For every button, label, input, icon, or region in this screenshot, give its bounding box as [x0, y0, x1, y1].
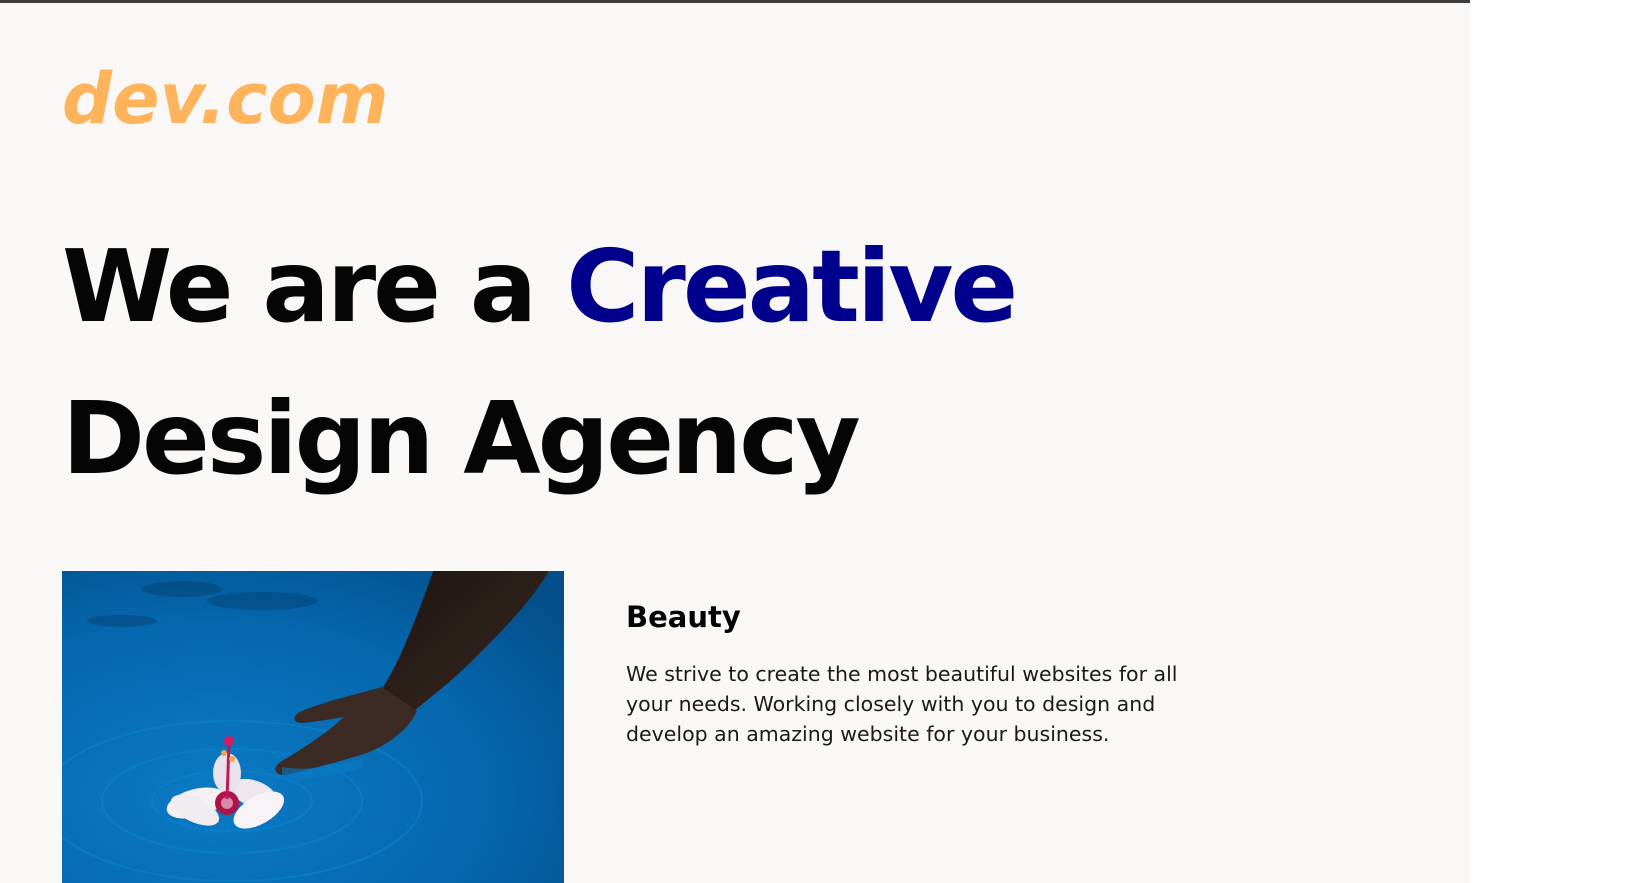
feature-card: Beauty We strive to create the most beau… — [626, 597, 1186, 749]
feature-title: Beauty — [626, 600, 741, 634]
hero-heading-accent: Creative — [566, 228, 1018, 345]
feature-description: We strive to create the most beautiful w… — [626, 662, 1178, 746]
page-viewport: dev.com We are a Creative Design Agency — [0, 0, 1470, 883]
site-logo[interactable]: dev.com — [62, 59, 389, 139]
hero-heading-prefix: We are a — [62, 228, 567, 345]
hero-heading-line-2: Design Agency — [62, 380, 861, 497]
feature-image — [62, 571, 564, 883]
feature-image-drawing — [62, 571, 564, 883]
hero-heading-line-1: We are a Creative — [62, 211, 1018, 363]
hero-heading: We are a Creative Design Agency — [62, 211, 1018, 515]
